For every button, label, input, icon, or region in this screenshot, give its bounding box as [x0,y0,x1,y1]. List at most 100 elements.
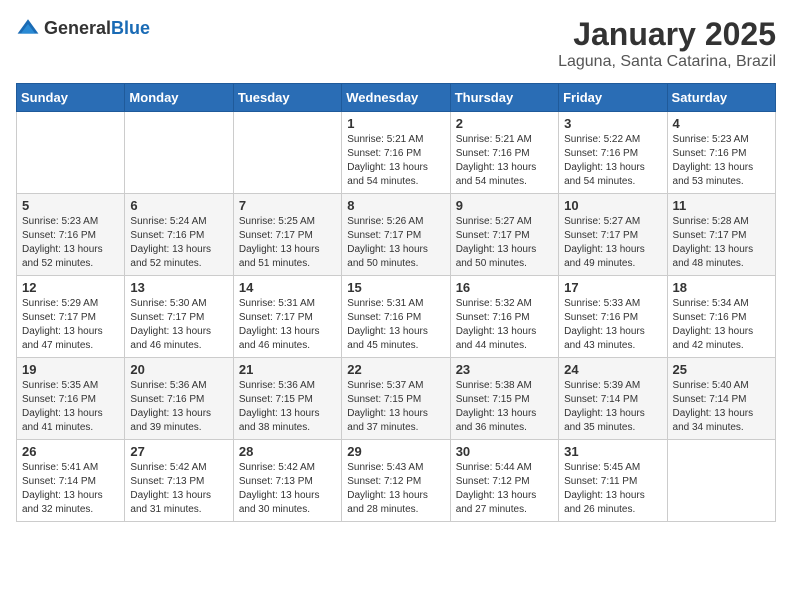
calendar-cell [667,440,775,522]
day-info: Sunrise: 5:33 AMSunset: 7:16 PMDaylight:… [564,297,661,353]
calendar-cell: 17 Sunrise: 5:33 AMSunset: 7:16 PMDayligh… [559,276,667,358]
column-header-saturday: Saturday [667,84,775,112]
logo-blue: Blue [111,18,150,38]
day-info: Sunrise: 5:32 AMSunset: 7:16 PMDaylight:… [456,297,553,353]
day-number: 23 [456,362,553,377]
day-number: 29 [347,444,444,459]
calendar-cell: 6Sunrise: 5:24 AMSunset: 7:16 PMDaylight… [125,194,233,276]
column-header-sunday: Sunday [17,84,125,112]
day-number: 6 [130,198,227,213]
day-info: Sunrise: 5:23 AMSunset: 7:16 PMDaylight:… [673,133,770,189]
day-info: Sunrise: 5:31 AMSunset: 7:16 PMDaylight:… [347,297,444,353]
calendar-cell: 15 Sunrise: 5:31 AMSunset: 7:16 PMDayligh… [342,276,450,358]
day-info: Sunrise: 5:35 AMSunset: 7:16 PMDaylight:… [22,379,119,435]
day-number: 16 [456,280,553,295]
day-number: 19 [22,362,119,377]
day-info: Sunrise: 5:25 AMSunset: 7:17 PMDaylight:… [239,215,336,271]
calendar-cell: 9Sunrise: 5:27 AMSunset: 7:17 PMDaylight… [450,194,558,276]
day-info: Sunrise: 5:31 AMSunset: 7:17 PMDaylight:… [239,297,336,353]
day-info: Sunrise: 5:43 AMSunset: 7:12 PMDaylight:… [347,461,444,517]
calendar-cell: 22 Sunrise: 5:37 AMSunset: 7:15 PMDayligh… [342,358,450,440]
calendar-week-2: 5Sunrise: 5:23 AMSunset: 7:16 PMDaylight… [17,194,776,276]
day-number: 2 [456,116,553,131]
day-number: 12 [22,280,119,295]
day-info: Sunrise: 5:40 AMSunset: 7:14 PMDaylight:… [673,379,770,435]
calendar-cell: 3 Sunrise: 5:22 AMSunset: 7:16 PMDaylight… [559,112,667,194]
day-number: 31 [564,444,661,459]
logo-icon [16,16,40,40]
day-number: 25 [673,362,770,377]
day-info: Sunrise: 5:38 AMSunset: 7:15 PMDaylight:… [456,379,553,435]
calendar-cell: 5Sunrise: 5:23 AMSunset: 7:16 PMDaylight… [17,194,125,276]
calendar-cell: 30 Sunrise: 5:44 AMSunset: 7:12 PMDayligh… [450,440,558,522]
calendar-cell: 27Sunrise: 5:42 AMSunset: 7:13 PMDayligh… [125,440,233,522]
day-number: 21 [239,362,336,377]
calendar-cell [17,112,125,194]
day-number: 26 [22,444,119,459]
day-info: Sunrise: 5:39 AMSunset: 7:14 PMDaylight:… [564,379,661,435]
calendar-body: 1 Sunrise: 5:21 AMSunset: 7:16 PMDaylight… [17,112,776,522]
page-header: GeneralBlue January 2025 Laguna, Santa C… [16,16,776,71]
day-info: Sunrise: 5:41 AMSunset: 7:14 PMDaylight:… [22,461,119,517]
logo: GeneralBlue [16,16,150,40]
day-number: 9 [456,198,553,213]
calendar-cell: 26 Sunrise: 5:41 AMSunset: 7:14 PMDayligh… [17,440,125,522]
calendar-cell: 11Sunrise: 5:28 AMSunset: 7:17 PMDayligh… [667,194,775,276]
header-row: SundayMondayTuesdayWednesdayThursdayFrid… [17,84,776,112]
column-header-thursday: Thursday [450,84,558,112]
day-info: Sunrise: 5:28 AMSunset: 7:17 PMDaylight:… [673,215,770,271]
day-number: 5 [22,198,119,213]
calendar-title: January 2025 [558,16,776,53]
calendar-cell [233,112,341,194]
day-number: 22 [347,362,444,377]
day-number: 24 [564,362,661,377]
day-info: Sunrise: 5:21 AMSunset: 7:16 PMDaylight:… [456,133,553,189]
calendar-cell: 24 Sunrise: 5:39 AMSunset: 7:14 PMDayligh… [559,358,667,440]
calendar-cell: 13Sunrise: 5:30 AMSunset: 7:17 PMDayligh… [125,276,233,358]
calendar-cell: 2 Sunrise: 5:21 AMSunset: 7:16 PMDaylight… [450,112,558,194]
day-number: 17 [564,280,661,295]
day-number: 4 [673,116,770,131]
calendar-week-1: 1 Sunrise: 5:21 AMSunset: 7:16 PMDaylight… [17,112,776,194]
calendar-cell: 19 Sunrise: 5:35 AMSunset: 7:16 PMDayligh… [17,358,125,440]
title-block: January 2025 Laguna, Santa Catarina, Bra… [558,16,776,71]
calendar-cell: 29 Sunrise: 5:43 AMSunset: 7:12 PMDayligh… [342,440,450,522]
calendar-cell: 21 Sunrise: 5:36 AMSunset: 7:15 PMDayligh… [233,358,341,440]
day-info: Sunrise: 5:45 AMSunset: 7:11 PMDaylight:… [564,461,661,517]
day-number: 15 [347,280,444,295]
calendar-cell: 1Sunrise: 5:21 AMSunset: 7:16 PMDaylight… [342,112,450,194]
day-number: 28 [239,444,336,459]
day-number: 10 [564,198,661,213]
logo-text: GeneralBlue [44,18,150,39]
day-info: Sunrise: 5:42 AMSunset: 7:13 PMDaylight:… [239,461,336,517]
day-number: 3 [564,116,661,131]
calendar-week-3: 12 Sunrise: 5:29 AMSunset: 7:17 PMDayligh… [17,276,776,358]
calendar-cell: 8Sunrise: 5:26 AMSunset: 7:17 PMDaylight… [342,194,450,276]
day-info: Sunrise: 5:26 AMSunset: 7:17 PMDaylight:… [347,215,444,271]
day-number: 1 [347,116,444,131]
calendar-cell: 10 Sunrise: 5:27 AMSunset: 7:17 PMDayligh… [559,194,667,276]
calendar-cell: 14Sunrise: 5:31 AMSunset: 7:17 PMDayligh… [233,276,341,358]
day-info: Sunrise: 5:22 AMSunset: 7:16 PMDaylight:… [564,133,661,189]
day-info: Sunrise: 5:36 AMSunset: 7:15 PMDaylight:… [239,379,336,435]
column-header-wednesday: Wednesday [342,84,450,112]
calendar-cell: 23 Sunrise: 5:38 AMSunset: 7:15 PMDayligh… [450,358,558,440]
calendar-subtitle: Laguna, Santa Catarina, Brazil [558,53,776,71]
column-header-tuesday: Tuesday [233,84,341,112]
calendar-cell: 7Sunrise: 5:25 AMSunset: 7:17 PMDaylight… [233,194,341,276]
day-number: 27 [130,444,227,459]
calendar-cell: 25 Sunrise: 5:40 AMSunset: 7:14 PMDayligh… [667,358,775,440]
day-info: Sunrise: 5:29 AMSunset: 7:17 PMDaylight:… [22,297,119,353]
calendar-week-4: 19 Sunrise: 5:35 AMSunset: 7:16 PMDayligh… [17,358,776,440]
column-header-monday: Monday [125,84,233,112]
logo-general: General [44,18,111,38]
calendar-cell: 16 Sunrise: 5:32 AMSunset: 7:16 PMDayligh… [450,276,558,358]
day-info: Sunrise: 5:44 AMSunset: 7:12 PMDaylight:… [456,461,553,517]
day-number: 13 [130,280,227,295]
day-info: Sunrise: 5:37 AMSunset: 7:15 PMDaylight:… [347,379,444,435]
day-info: Sunrise: 5:27 AMSunset: 7:17 PMDaylight:… [564,215,661,271]
calendar-cell [125,112,233,194]
calendar-cell: 18Sunrise: 5:34 AMSunset: 7:16 PMDayligh… [667,276,775,358]
day-number: 30 [456,444,553,459]
calendar-cell: 28 Sunrise: 5:42 AMSunset: 7:13 PMDayligh… [233,440,341,522]
